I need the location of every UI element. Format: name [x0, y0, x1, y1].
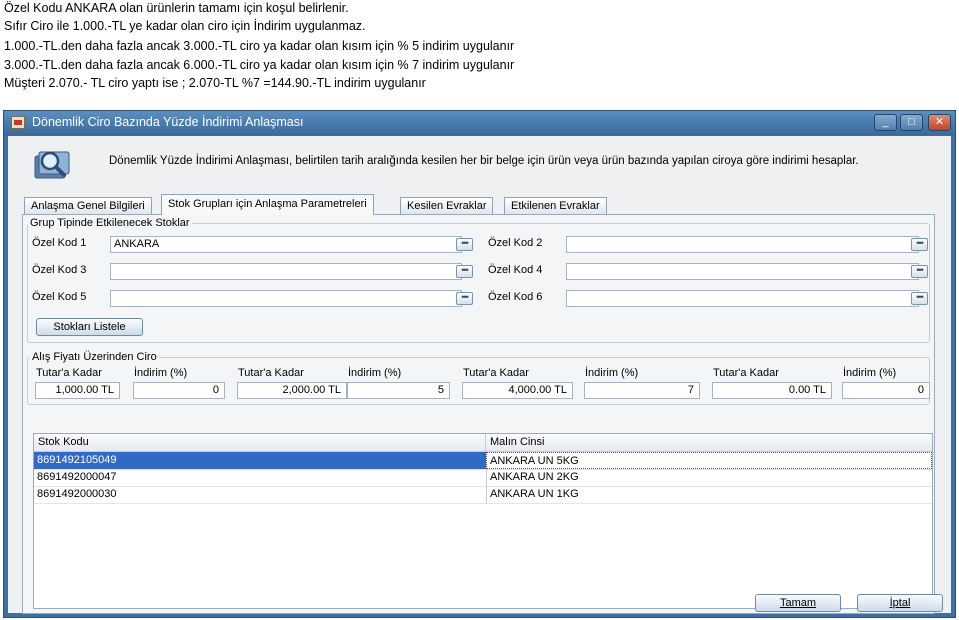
special-code-4-field[interactable]: [566, 263, 919, 280]
stock-grid-header: Stok Kodu Malın Cinsi: [34, 434, 932, 452]
special-code-1-browse-button[interactable]: •••: [456, 238, 473, 251]
discount-label-3: İndirim (%): [585, 367, 639, 379]
tab-panel: Grup Tipinde Etkilenecek Stoklar Özel Ko…: [22, 214, 935, 614]
amount-label-2: Tutar'a Kadar: [238, 367, 304, 379]
table-row[interactable]: 8691492105049 ANKARA UN 5KG: [34, 452, 932, 470]
maximize-button[interactable]: □: [900, 114, 923, 131]
tab-stock-group-parameters[interactable]: Stok Grupları için Anlaşma Parametreleri: [161, 194, 374, 215]
discount-field-2[interactable]: 5: [347, 382, 450, 399]
title-bar[interactable]: Dönemlik Ciro Bazında Yüzde İndirimi Anl…: [4, 111, 955, 135]
product-name-cell: ANKARA UN 5KG: [486, 452, 932, 469]
special-code-5-field[interactable]: [110, 290, 462, 307]
special-code-4-browse-button[interactable]: •••: [911, 265, 928, 278]
header-description: Dönemlik Yüzde İndirimi Anlaşması, belir…: [109, 155, 859, 167]
stock-code-cell: 8691492105049: [37, 454, 117, 466]
document-line-2: Sıfır Ciro ile 1.000.-TL ye kadar olan c…: [4, 19, 366, 33]
stock-code-cell: 8691492000030: [37, 488, 117, 500]
special-code-5-browse-button[interactable]: •••: [456, 292, 473, 305]
search-document-icon: [34, 151, 70, 179]
column-header-stock-code[interactable]: Stok Kodu: [34, 434, 486, 451]
discount-field-1[interactable]: 0: [133, 382, 225, 399]
list-stocks-button[interactable]: Stokları Listele: [36, 318, 143, 336]
amount-label-3: Tutar'a Kadar: [463, 367, 529, 379]
document-line-3: 1.000.-TL.den daha fazla ancak 3.000.-TL…: [4, 39, 515, 53]
app-icon: [11, 116, 25, 129]
stock-grid[interactable]: Stok Kodu Malın Cinsi 8691492105049 ANKA…: [33, 433, 933, 609]
discount-label-2: İndirim (%): [348, 367, 402, 379]
amount-label-4: Tutar'a Kadar: [713, 367, 779, 379]
stock-group-title: Grup Tipinde Etkilenecek Stoklar: [28, 217, 192, 229]
special-code-1-label: Özel Kod 1: [32, 237, 87, 249]
tab-general-info[interactable]: Anlaşma Genel Bilgileri: [24, 197, 152, 214]
special-code-6-field[interactable]: [566, 290, 919, 307]
table-row[interactable]: 8691492000030 ANKARA UN 1KG: [34, 486, 932, 504]
amount-field-3[interactable]: 4,000.00 TL: [462, 382, 573, 399]
minimize-button[interactable]: _: [874, 114, 897, 131]
special-code-3-label: Özel Kod 3: [32, 264, 87, 276]
special-code-6-browse-button[interactable]: •••: [911, 292, 928, 305]
special-code-5-label: Özel Kod 5: [32, 291, 87, 303]
document-line-4: 3.000.-TL.den daha fazla ancak 6.000.-TL…: [4, 58, 515, 72]
special-code-2-field[interactable]: [566, 236, 919, 253]
amount-field-4[interactable]: 0.00 TL: [712, 382, 832, 399]
amount-field-1[interactable]: 1,000.00 TL: [35, 382, 120, 399]
product-name-cell: ANKARA UN 2KG: [486, 469, 932, 486]
close-button[interactable]: ✕: [928, 114, 951, 131]
document-line-1: Özel Kodu ANKARA olan ürünlerin tamamı i…: [4, 1, 349, 15]
ok-button[interactable]: Tamam: [755, 594, 841, 612]
special-code-1-field[interactable]: ANKARA: [110, 236, 462, 253]
amount-field-2[interactable]: 2,000.00 TL: [237, 382, 347, 399]
column-header-product-type[interactable]: Malın Cinsi: [486, 434, 932, 451]
cancel-button[interactable]: İptal: [857, 594, 943, 612]
stock-code-cell: 8691492000047: [37, 471, 117, 483]
table-row[interactable]: 8691492000047 ANKARA UN 2KG: [34, 469, 932, 487]
special-code-4-label: Özel Kod 4: [488, 264, 543, 276]
special-code-6-label: Özel Kod 6: [488, 291, 543, 303]
window-client: Dönemlik Yüzde İndirimi Anlaşması, belir…: [8, 136, 951, 614]
special-code-3-field[interactable]: [110, 263, 462, 280]
discount-label-4: İndirim (%): [843, 367, 897, 379]
tab-affected-documents[interactable]: Etkilenen Evraklar: [504, 197, 607, 214]
special-code-2-browse-button[interactable]: •••: [911, 238, 928, 251]
ciro-title: Alış Fiyatı Üzerinden Ciro: [30, 351, 159, 363]
discount-field-3[interactable]: 7: [584, 382, 700, 399]
special-code-2-label: Özel Kod 2: [488, 237, 543, 249]
tab-issued-documents[interactable]: Kesilen Evraklar: [400, 197, 494, 214]
discount-label-1: İndirim (%): [134, 367, 188, 379]
special-code-3-browse-button[interactable]: •••: [456, 265, 473, 278]
product-name-cell: ANKARA UN 1KG: [486, 486, 932, 503]
app-window: Dönemlik Ciro Bazında Yüzde İndirimi Anl…: [3, 110, 956, 618]
discount-field-4[interactable]: 0: [842, 382, 930, 399]
window-title: Dönemlik Ciro Bazında Yüzde İndirimi Anl…: [32, 115, 304, 129]
amount-label-1: Tutar'a Kadar: [36, 367, 102, 379]
document-line-5: Müşteri 2.070.- TL ciro yaptı ise ; 2.07…: [4, 76, 426, 90]
